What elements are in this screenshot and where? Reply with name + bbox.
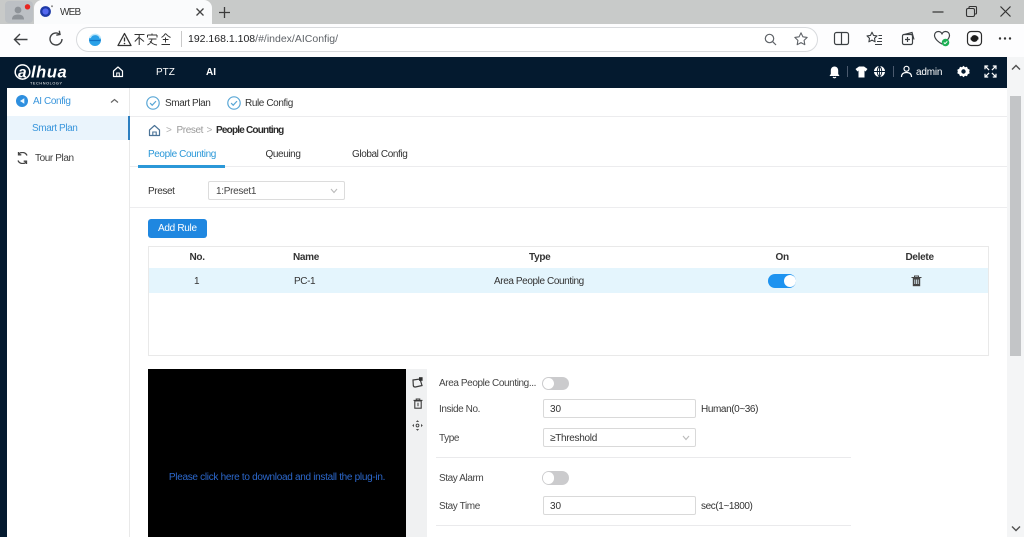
svg-text:TECHNOLOGY: TECHNOLOGY bbox=[30, 82, 63, 86]
svg-text:lhua: lhua bbox=[31, 64, 67, 82]
